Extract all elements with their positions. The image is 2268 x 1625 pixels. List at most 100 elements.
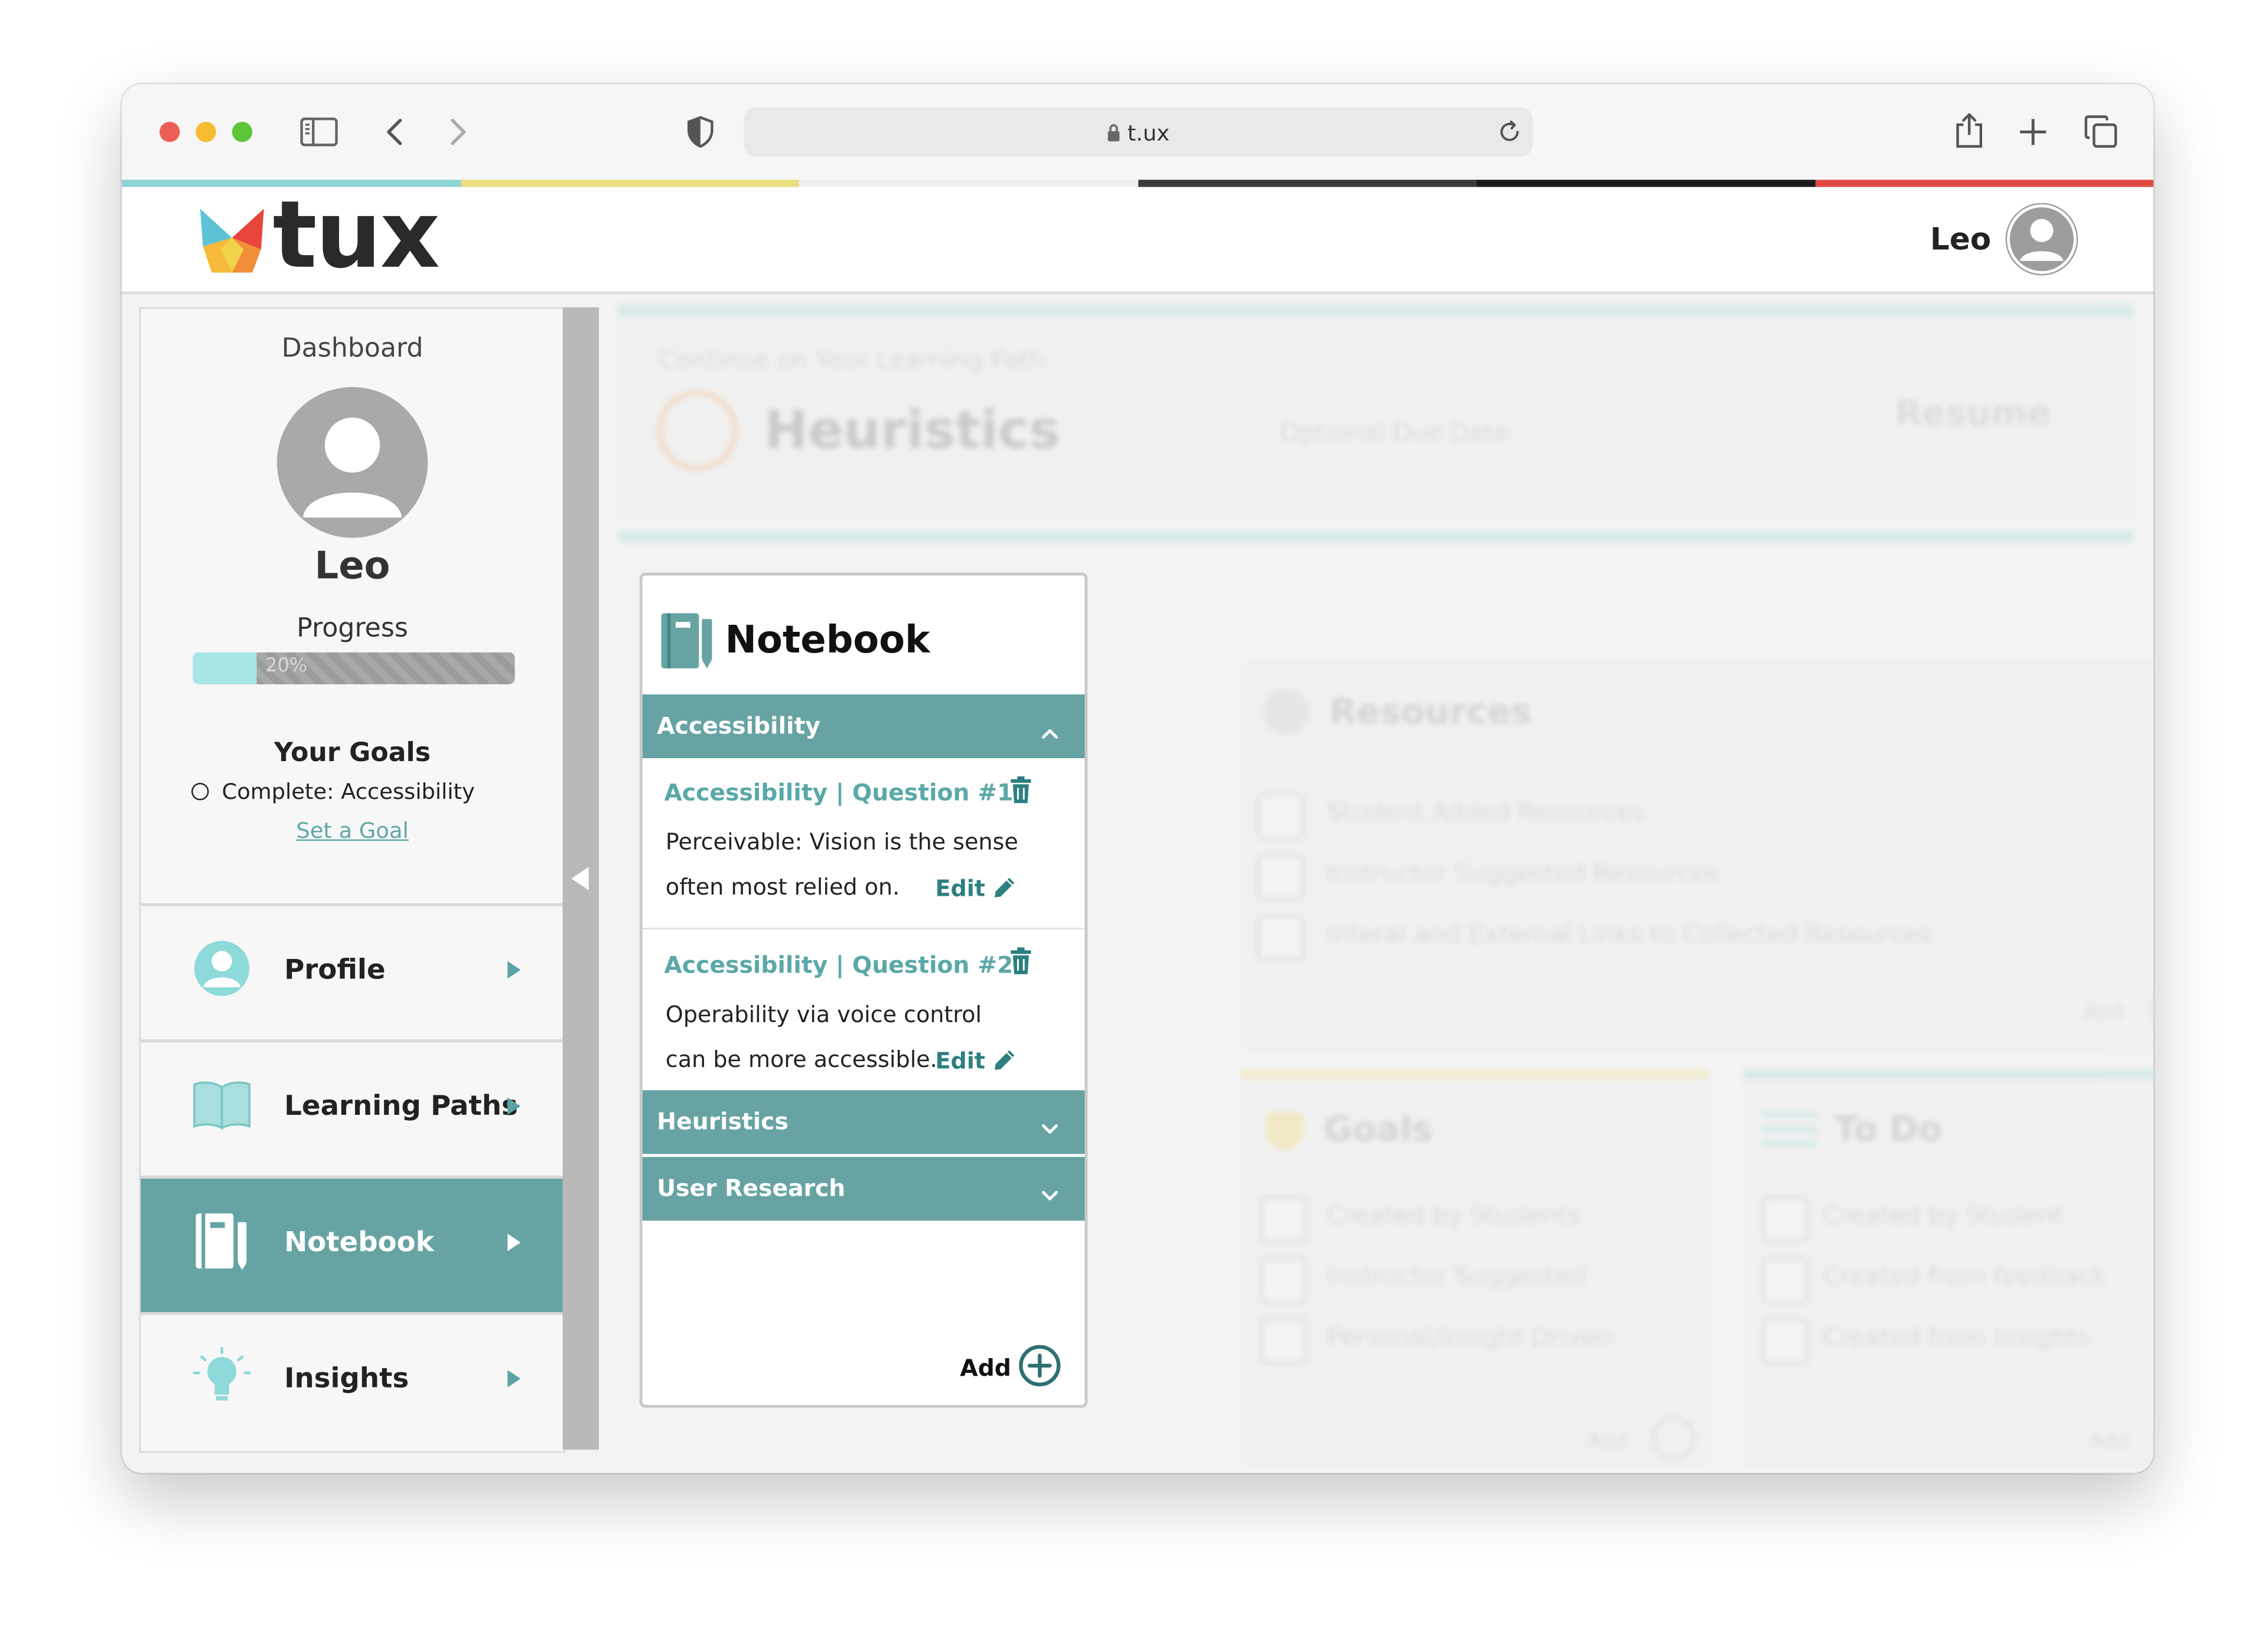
sidebar-item-profile[interactable]: Profile xyxy=(141,903,565,1041)
checkbox[interactable] xyxy=(1257,854,1304,900)
sidebar-toggle-icon[interactable] xyxy=(299,113,340,151)
screen: t.ux tux Leo Dashboard Leo Progress 20% … xyxy=(0,0,2268,1625)
goal-panel-item: Created by Students xyxy=(1327,1202,1581,1231)
new-tab-icon[interactable] xyxy=(2016,113,2051,151)
add-label: Add xyxy=(2084,1001,2123,1025)
trash-icon[interactable] xyxy=(1009,776,1032,811)
lock-icon xyxy=(1108,124,1120,142)
trash-icon[interactable] xyxy=(1009,947,1032,981)
address-bar[interactable]: t.ux xyxy=(744,107,1533,157)
goal-panel-item: Instructor Suggested xyxy=(1327,1262,1586,1292)
section-header-user-research[interactable]: User Research xyxy=(642,1157,1085,1221)
edit-button[interactable]: Edit xyxy=(936,876,985,902)
continue-label: Continue on Your Learning Path xyxy=(658,346,1045,376)
todo-title: To Do xyxy=(1834,1109,1943,1150)
collapse-arrow-icon xyxy=(571,867,589,890)
set-goal-link[interactable]: Set a Goal xyxy=(141,818,564,844)
resource-item: Instructor Suggested Resources xyxy=(1327,859,1719,889)
progress-label: Progress xyxy=(296,613,408,644)
progress-bar: 20% xyxy=(193,652,515,684)
zoom-window-button[interactable] xyxy=(232,122,253,142)
minimize-window-button[interactable] xyxy=(195,122,216,142)
checkbox[interactable] xyxy=(1762,1196,1808,1243)
add-circle-icon[interactable] xyxy=(1651,1416,1696,1460)
notebook-panel: Notebook Accessibility Accessibility | Q… xyxy=(639,572,1088,1408)
close-window-button[interactable] xyxy=(159,122,180,142)
goals-panel-title: Goals xyxy=(1324,1109,1433,1150)
address-text: t.ux xyxy=(744,120,1533,146)
path-title: Heuristics xyxy=(764,402,1060,461)
resources-title: Resources xyxy=(1329,691,1532,732)
reload-icon[interactable] xyxy=(1497,119,1523,145)
browser-toolbar: t.ux xyxy=(122,84,2153,180)
checkbox[interactable] xyxy=(1257,792,1304,840)
checkbox[interactable] xyxy=(1762,1257,1808,1304)
progress-ring-icon xyxy=(657,390,738,471)
app-header: tux Leo xyxy=(122,187,2153,295)
divider xyxy=(1241,1069,1709,1079)
add-circle-icon[interactable] xyxy=(1018,1344,1062,1393)
question-title[interactable]: Accessibility | Question #2 xyxy=(664,951,1013,979)
checkbox[interactable] xyxy=(1257,915,1304,961)
forward-icon[interactable] xyxy=(444,113,472,151)
avatar xyxy=(276,387,428,538)
add-circle-icon[interactable] xyxy=(2150,987,2153,1031)
chevron-down-icon xyxy=(1041,1180,1058,1208)
section-header-accessibility[interactable]: Accessibility xyxy=(642,694,1085,759)
chevron-up-icon xyxy=(1041,717,1058,745)
due-date: Optional Due Date xyxy=(1280,419,1509,448)
notebook-icon xyxy=(660,611,715,671)
sidebar: Dashboard Leo Progress 20% Your Goals Co… xyxy=(139,307,566,1453)
notebook-icon xyxy=(191,1210,252,1271)
section-label: Accessibility xyxy=(657,712,820,740)
checkbox[interactable] xyxy=(1260,1317,1307,1365)
sidebar-item-notebook[interactable]: Notebook xyxy=(141,1176,565,1314)
todo-item: Created from Insights xyxy=(1823,1323,2090,1353)
todo-item: Created by Student xyxy=(1823,1202,2064,1231)
sidebar-item-insights[interactable]: Insights xyxy=(141,1311,565,1450)
resources-icon xyxy=(1263,688,1310,735)
privacy-shield-icon[interactable] xyxy=(685,113,716,151)
back-icon[interactable] xyxy=(380,113,409,151)
checkbox[interactable] xyxy=(1260,1257,1307,1304)
dashboard-user-name: Leo xyxy=(314,545,390,589)
header-avatar-icon[interactable] xyxy=(2005,203,2078,276)
checkbox[interactable] xyxy=(1762,1317,1808,1365)
goal-item[interactable]: Complete: Accessibility xyxy=(191,778,475,805)
resource-item: Student Added Resources xyxy=(1327,798,1644,828)
pencil-icon[interactable] xyxy=(993,876,1016,905)
goal-status-icon[interactable] xyxy=(191,782,209,801)
logo-wordmark[interactable]: tux xyxy=(273,190,440,283)
chevron-right-icon xyxy=(507,1370,521,1388)
sidebar-item-learning-paths[interactable]: Learning Paths xyxy=(141,1039,565,1177)
edit-button[interactable]: Edit xyxy=(936,1048,985,1074)
checkbox[interactable] xyxy=(1260,1196,1307,1243)
question-title[interactable]: Accessibility | Question #1 xyxy=(664,778,1013,806)
sidebar-item-label: Insights xyxy=(284,1362,409,1395)
tux-logo-icon[interactable] xyxy=(197,206,267,276)
add-label[interactable]: Add xyxy=(960,1354,1011,1382)
resource-item: Interal and External Links to Collected … xyxy=(1327,921,1932,950)
lightbulb-icon xyxy=(191,1346,252,1408)
trophy-icon xyxy=(1266,1112,1304,1150)
header-user-name[interactable]: Leo xyxy=(1930,222,1991,257)
sidebar-collapse-handle[interactable] xyxy=(562,307,599,1450)
browser-window: t.ux tux Leo Dashboard Leo Progress 20% … xyxy=(122,84,2153,1473)
resume-button[interactable]: Resume xyxy=(1895,393,2051,433)
notebook-title: Notebook xyxy=(725,619,930,663)
profile-icon xyxy=(191,938,252,999)
divider xyxy=(617,530,2133,543)
sidebar-item-label: Profile xyxy=(284,954,386,986)
todo-item: Created from feedback xyxy=(1823,1262,2107,1292)
url-text: t.ux xyxy=(1127,120,1170,146)
tab-overview-icon[interactable] xyxy=(2083,113,2120,151)
divider xyxy=(1743,1069,2153,1079)
share-icon[interactable] xyxy=(1952,109,1987,152)
divider xyxy=(642,928,1085,929)
continue-panel: Continue on Your Learning Path Heuristic… xyxy=(617,316,2133,517)
pencil-icon[interactable] xyxy=(993,1048,1016,1077)
sidebar-item-label: Notebook xyxy=(284,1226,434,1259)
progress-text: 20% xyxy=(265,655,308,677)
add-label: Add xyxy=(2089,1431,2129,1454)
section-header-heuristics[interactable]: Heuristics xyxy=(642,1090,1085,1154)
